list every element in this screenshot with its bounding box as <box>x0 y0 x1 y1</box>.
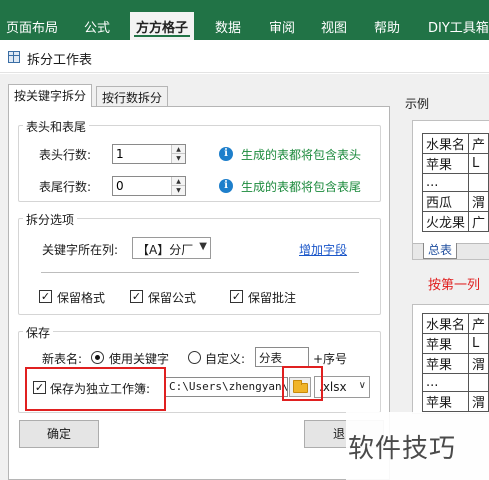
table-cell: L <box>468 153 489 174</box>
keep-format-checkbox[interactable]: ✓ <box>39 290 52 303</box>
keep-comment-label: 保留批注 <box>248 291 297 305</box>
sheet-tab-bar: 总表 <box>413 243 489 259</box>
footer-rows-input[interactable] <box>113 177 171 195</box>
sample-table-total: 水果名产 苹果 L ... 西瓜渭 火龙果广 <box>421 133 489 232</box>
tab-split-by-keyword[interactable]: 按关键字拆分 <box>8 84 93 107</box>
ribbon-tab-page-layout[interactable]: 页面布局 <box>6 17 58 36</box>
chevron-down-icon: ∨ <box>358 380 366 391</box>
ribbon-tab-view[interactable]: 视图 <box>321 17 347 36</box>
use-keyword-label: 使用关键字 <box>109 352 170 366</box>
spin-up-icon[interactable]: ▲ <box>172 177 185 186</box>
spin-down-icon[interactable]: ▼ <box>172 154 185 163</box>
keep-formula-label: 保留公式 <box>148 291 197 305</box>
key-column-value: 【A】分厂 <box>137 243 194 257</box>
ribbon-tab-formulas[interactable]: 公式 <box>84 17 110 36</box>
table-cell: 火龙果 <box>421 211 470 232</box>
file-extension-value: .xlsx <box>319 380 347 394</box>
keep-formula-checkbox[interactable]: ✓ <box>130 290 143 303</box>
table-cell: 苹果 <box>421 353 470 374</box>
header-footer-group: 表头和表尾 表头行数: ▲ ▼ i 生成的表都将包含表头 表尾行数: ▲ ▼ i <box>18 118 381 202</box>
ok-button[interactable]: 确定 <box>19 420 99 448</box>
ribbon-tab-review[interactable]: 审阅 <box>269 17 295 36</box>
table-cell <box>468 373 489 392</box>
save-group-label: 保存 <box>23 324 54 341</box>
table-cell: 苹果 <box>421 333 470 354</box>
add-field-link[interactable]: 增加字段 <box>299 241 347 258</box>
table-cell: 渭 <box>468 353 489 374</box>
table-cell <box>468 173 489 192</box>
table-cell: 广 <box>468 211 489 232</box>
table-cell: 产 <box>468 133 489 154</box>
dialog-titlebar[interactable]: 拆分工作表 <box>0 40 489 73</box>
table-cell: ... <box>421 373 470 392</box>
table-cell: 渭 <box>468 391 489 412</box>
sample-sheet-split: 水果名产 苹果 L 苹果渭 ... 苹果渭 <box>412 304 489 414</box>
info-icon: i <box>219 147 233 161</box>
new-name-label: 新表名: <box>42 352 83 366</box>
suffix-label: +序号 <box>313 352 348 366</box>
info-icon: i <box>219 179 233 193</box>
footer-rows-stepper[interactable]: ▲ ▼ <box>112 176 186 196</box>
footer-rows-label: 表尾行数: <box>39 180 92 194</box>
annotation-box-save-separate <box>25 367 166 411</box>
table-cell: 产 <box>468 313 489 334</box>
table-cell: 西瓜 <box>421 191 470 212</box>
dialog-title: 拆分工作表 <box>27 53 93 68</box>
custom-name-input[interactable]: 分表 <box>255 347 309 367</box>
header-rows-spin-buttons: ▲ ▼ <box>171 145 185 163</box>
header-rows-stepper[interactable]: ▲ ▼ <box>112 144 186 164</box>
ribbon-tab-help[interactable]: 帮助 <box>374 17 400 36</box>
table-cell: ... <box>421 173 470 192</box>
ribbon-tab-fangfang[interactable]: 方方格子 <box>130 12 195 40</box>
use-keyword-radio[interactable] <box>91 351 104 364</box>
watermark: 软件技巧 <box>346 412 489 480</box>
sample-sheet-total: 水果名产 苹果 L ... 西瓜渭 火龙果广 总表 <box>412 120 489 260</box>
table-cell: 苹果 <box>421 391 470 412</box>
spin-down-icon[interactable]: ▼ <box>172 186 185 195</box>
footer-hint: 生成的表都将包含表尾 <box>241 180 362 194</box>
chevron-down-icon: ▼ <box>199 241 207 252</box>
header-footer-group-label: 表头和表尾 <box>23 118 90 135</box>
annotation-box-folder <box>282 366 323 401</box>
app-grid-icon <box>8 51 20 63</box>
sample-caption: 按第一列 <box>428 278 481 293</box>
split-options-group: 拆分选项 关键字所在列: 【A】分厂 ▼ 增加字段 ✓ 保留格式 ✓ 保留公式 … <box>18 211 381 315</box>
watermark-text: 软件技巧 <box>348 434 457 464</box>
footer-rows-spin-buttons: ▲ ▼ <box>171 177 185 195</box>
save-path-input[interactable]: C:\Users\zhengyan\De <box>165 377 288 397</box>
split-options-group-label: 拆分选项 <box>23 211 78 228</box>
ribbon-tab-diy-toolbox[interactable]: DIY工具箱 <box>428 17 489 36</box>
header-rows-input[interactable] <box>113 145 171 163</box>
table-cell: 苹果 <box>421 153 470 174</box>
sample-label: 示例 <box>405 97 430 111</box>
key-column-label: 关键字所在列: <box>42 243 119 257</box>
spin-up-icon[interactable]: ▲ <box>172 145 185 154</box>
table-cell: 水果名 <box>421 133 470 154</box>
ribbon-tab-data[interactable]: 数据 <box>215 17 241 36</box>
sample-table-split: 水果名产 苹果 L 苹果渭 ... 苹果渭 <box>421 313 489 412</box>
sheet-tab-total: 总表 <box>423 243 458 259</box>
custom-name-label: 自定义: <box>205 352 246 366</box>
header-hint: 生成的表都将包含表头 <box>241 148 362 162</box>
table-cell: L <box>468 333 489 354</box>
key-column-select[interactable]: 【A】分厂 ▼ <box>132 237 211 259</box>
table-cell: 水果名 <box>421 313 470 334</box>
header-rows-label: 表头行数: <box>39 148 92 162</box>
ribbon-top-bar <box>0 0 489 12</box>
custom-name-radio[interactable] <box>188 351 201 364</box>
keyword-split-panel: 表头和表尾 表头行数: ▲ ▼ i 生成的表都将包含表头 表尾行数: ▲ ▼ i <box>8 106 390 480</box>
ribbon-tab-bar: 页面布局 公式 方方格子 数据 审阅 视图 帮助 DIY工具箱 <box>0 12 489 40</box>
keep-format-label: 保留格式 <box>57 291 106 305</box>
table-cell: 渭 <box>468 191 489 212</box>
tab-split-by-rows[interactable]: 按行数拆分 <box>96 86 169 106</box>
keep-comment-checkbox[interactable]: ✓ <box>230 290 243 303</box>
options-divider <box>41 272 359 273</box>
